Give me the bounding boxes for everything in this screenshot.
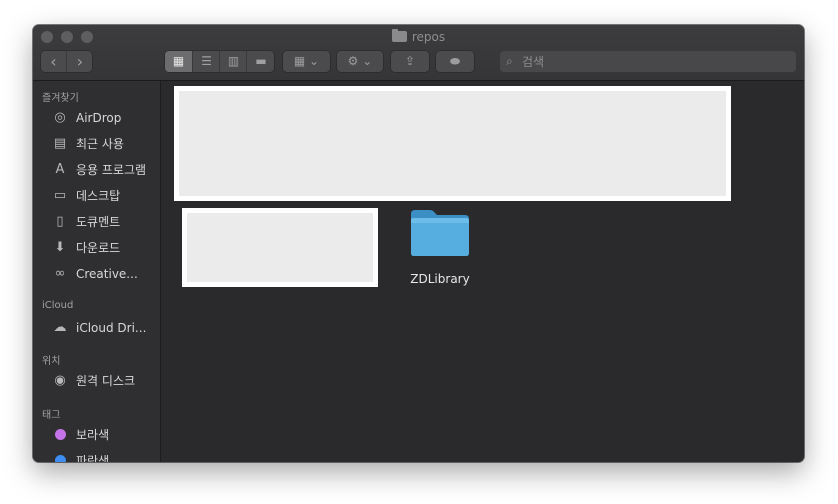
file-browser-content: ZDLibrary — [161, 81, 804, 462]
toolbar: repos ‹ › ▦ ☰ ▥ ▬ ▦ ⌄ ⚙ ⌄ ⇪ ⬬ ⌕ — [33, 25, 804, 81]
gallery-icon: ▬ — [255, 54, 267, 68]
sidebar-item-label: 최근 사용 — [76, 137, 124, 151]
sidebar-item-creative-cloud[interactable]: ∞ Creative... — [51, 263, 159, 285]
gallery-view-button[interactable]: ▬ — [246, 51, 274, 72]
sidebar-header-icloud: iCloud — [42, 300, 74, 311]
sidebar-item-label: Creative... — [76, 267, 138, 281]
group-grid-icon: ▦ ⌄ — [293, 54, 320, 68]
sidebar-item-desktop[interactable]: ▭ 데스크탑 — [51, 185, 159, 207]
finder-window: repos ‹ › ▦ ☰ ▥ ▬ ▦ ⌄ ⚙ ⌄ ⇪ ⬬ ⌕ 즐겨찾기 — [33, 25, 804, 462]
list-icon: ☰ — [201, 54, 212, 68]
sidebar-header-tags: 태그 — [42, 410, 61, 421]
sidebar-item-icloud-drive[interactable]: ☁ iCloud Dri... — [51, 317, 159, 339]
share-button[interactable]: ⇪ — [391, 51, 429, 72]
sidebar-item-tag-purple[interactable]: 보라색 — [51, 424, 159, 446]
desktop-icon: ▭ — [53, 188, 67, 203]
sidebar-item-label: 파란색 — [76, 454, 110, 462]
sidebar-item-remote-disc[interactable]: ◉ 원격 디스크 — [51, 370, 159, 392]
recents-icon: ▤ — [53, 136, 67, 151]
window-title-text: repos — [411, 30, 446, 44]
sidebar-item-label: 도큐멘트 — [76, 215, 121, 229]
sidebar-item-tag-blue[interactable]: 파란색 — [51, 450, 159, 462]
sidebar-item-label: AirDrop — [76, 111, 122, 125]
folder-icon — [391, 29, 407, 42]
remote-disc-icon: ◉ — [54, 373, 66, 388]
action-button[interactable]: ⚙ ⌄ — [337, 51, 383, 72]
sidebar-item-documents[interactable]: ▯ 도큐멘트 — [51, 211, 159, 233]
sidebar-item-downloads[interactable]: ⬇ 다운로드 — [51, 237, 159, 259]
navigation-buttons: ‹ › — [41, 51, 92, 72]
sidebar-item-label: 보라색 — [76, 428, 110, 442]
search-icon: ⌕ — [506, 54, 513, 68]
sidebar-item-recents[interactable]: ▤ 최근 사용 — [51, 133, 159, 155]
sidebar-item-label: iCloud Dri... — [76, 321, 147, 335]
tag-color-dot — [55, 455, 66, 462]
icon-view-button[interactable]: ▦ — [165, 51, 192, 72]
search-field[interactable]: ⌕ — [500, 51, 796, 72]
list-view-button[interactable]: ☰ — [192, 51, 220, 72]
sidebar-item-airdrop[interactable]: ◎ AirDrop — [51, 107, 159, 129]
forward-button[interactable]: › — [66, 51, 93, 72]
airdrop-icon: ◎ — [54, 110, 66, 125]
group-button[interactable]: ▦ ⌄ — [283, 51, 330, 72]
grid-icon: ▦ — [172, 54, 185, 68]
chevron-left-icon: ‹ — [50, 52, 57, 71]
folder-item-zdlibrary[interactable] — [410, 208, 470, 258]
sidebar-header-favorites: 즐겨찾기 — [42, 93, 79, 104]
cloud-icon: ☁ — [53, 320, 67, 335]
window-title: repos — [33, 29, 804, 45]
redacted-region — [174, 86, 731, 201]
sidebar-item-label: 원격 디스크 — [76, 374, 136, 388]
creative-cloud-icon: ∞ — [54, 266, 66, 281]
folder-label[interactable]: ZDLibrary — [391, 272, 489, 286]
tags-button[interactable]: ⬬ — [436, 51, 474, 72]
tag-color-dot — [55, 429, 66, 440]
column-view-button[interactable]: ▥ — [219, 51, 247, 72]
back-button[interactable]: ‹ — [41, 51, 66, 72]
sidebar-header-locations: 위치 — [42, 356, 61, 367]
sidebar-item-label: 다운로드 — [76, 241, 121, 255]
redacted-region — [182, 208, 378, 287]
sidebar-item-label: 응용 프로그램 — [76, 163, 147, 177]
search-input[interactable] — [522, 51, 782, 72]
sidebar-item-applications[interactable]: A 응용 프로그램 — [51, 159, 159, 181]
view-mode-control: ▦ ☰ ▥ ▬ — [165, 51, 274, 72]
chevron-right-icon: › — [76, 52, 84, 71]
sidebar-item-label: 데스크탑 — [76, 189, 121, 203]
folder-icon — [411, 210, 469, 256]
sidebar: 즐겨찾기 ◎ AirDrop ▤ 최근 사용 A 응용 프로그램 ▭ 데스크탑 … — [33, 81, 161, 462]
documents-icon: ▯ — [56, 214, 64, 229]
columns-icon: ▥ — [227, 54, 240, 68]
gear-icon: ⚙ ⌄ — [347, 54, 373, 68]
share-icon: ⇪ — [404, 54, 416, 68]
applications-icon: A — [55, 162, 65, 177]
downloads-icon: ⬇ — [54, 240, 66, 255]
tag-icon: ⬬ — [449, 54, 461, 68]
